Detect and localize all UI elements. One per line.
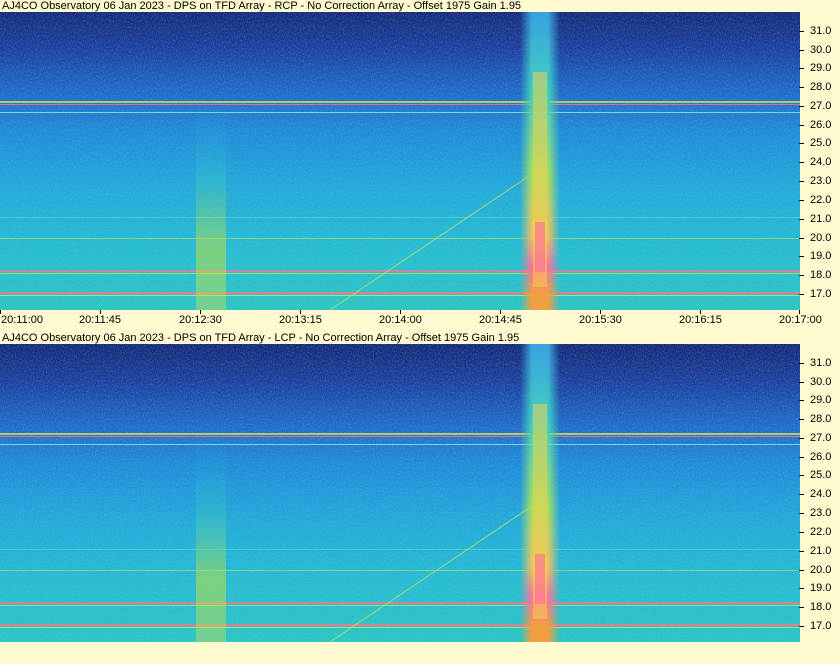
time-tick: 20:17:00: [779, 314, 822, 326]
rcp-panel-title: AJ4CO Observatory 06 Jan 2023 - DPS on T…: [2, 0, 522, 12]
lcp-frequency-axis: 31.0 30.0 29.0 28.0 27.0 26.0 25.0 24.0 …: [799, 344, 840, 642]
rcp-spectrogram-image: [0, 12, 800, 310]
rcp-frequency-axis: 31.0 30.0 29.0 28.0 27.0 26.0 25.0 24.0 …: [799, 12, 840, 310]
time-tick: 20:11:45: [79, 314, 122, 326]
time-tick: 20:16:15: [679, 314, 722, 326]
time-tick: 20:14:45: [479, 314, 522, 326]
time-tick: 20:12:30: [179, 314, 222, 326]
time-axis: 20:11:00 20:11:45 20:12:30 20:13:15 20:1…: [0, 310, 840, 330]
time-tick: 20:14:00: [379, 314, 422, 326]
rcp-spectrogram: [0, 12, 800, 310]
time-tick: 20:15:30: [579, 314, 622, 326]
time-tick: 20:11:00: [1, 314, 44, 326]
lcp-panel-title: AJ4CO Observatory 06 Jan 2023 - DPS on T…: [2, 332, 520, 344]
lcp-spectrogram-image: [0, 344, 800, 642]
time-tick: 20:13:15: [279, 314, 322, 326]
lcp-spectrogram: [0, 344, 800, 642]
bottom-strip: [0, 642, 840, 664]
